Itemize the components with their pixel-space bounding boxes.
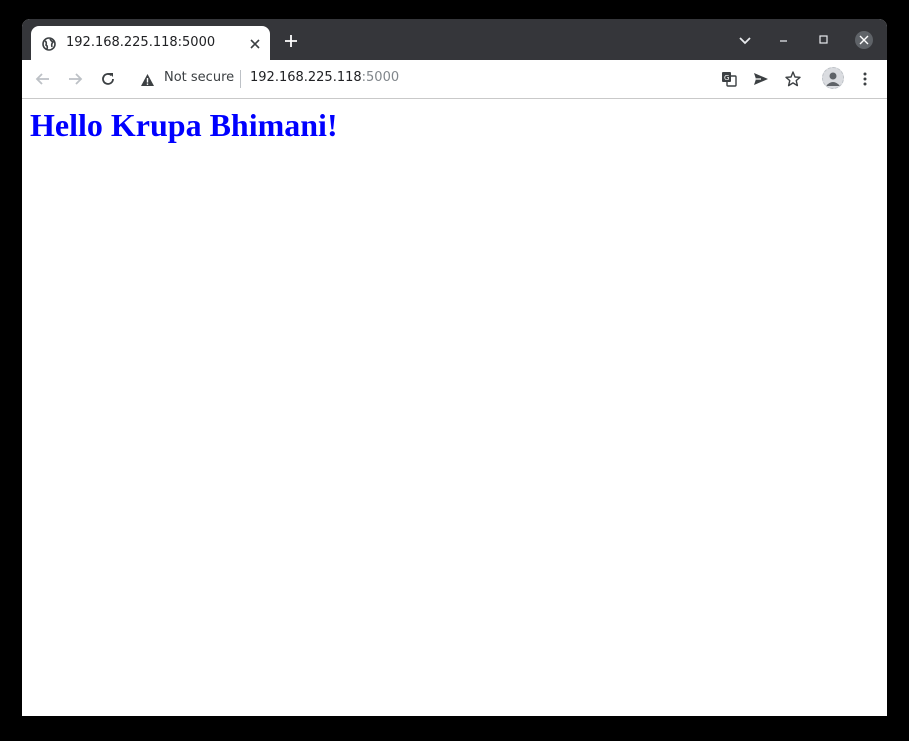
browser-tab[interactable]: 192.168.225.118:5000 bbox=[31, 26, 270, 60]
star-icon[interactable] bbox=[784, 70, 802, 88]
url-host: 192.168.225.118 bbox=[250, 70, 362, 85]
back-icon[interactable] bbox=[34, 70, 52, 88]
tab-search-icon[interactable] bbox=[736, 31, 754, 49]
browser-window: 192.168.225.118:5000 Not secure 192.168.… bbox=[22, 19, 887, 716]
url-port: :5000 bbox=[361, 70, 400, 85]
tab-close-icon[interactable] bbox=[248, 36, 262, 50]
send-icon[interactable] bbox=[752, 70, 770, 88]
tab-strip: 192.168.225.118:5000 bbox=[22, 19, 887, 60]
forward-icon[interactable] bbox=[66, 70, 84, 88]
translate-icon[interactable]: G bbox=[720, 70, 738, 88]
page-heading: Hello Krupa Bhimani! bbox=[30, 107, 338, 143]
close-icon[interactable] bbox=[854, 30, 873, 49]
profile-icon[interactable] bbox=[822, 67, 844, 89]
address-divider bbox=[240, 70, 241, 88]
address-bar[interactable]: 192.168.225.118:5000 bbox=[250, 70, 399, 85]
menu-icon[interactable] bbox=[856, 70, 874, 88]
new-tab-icon[interactable] bbox=[283, 33, 299, 49]
maximize-icon[interactable] bbox=[815, 31, 833, 49]
warning-icon[interactable] bbox=[140, 72, 155, 86]
browser-toolbar: Not secure 192.168.225.118:5000 G bbox=[22, 60, 887, 99]
security-label[interactable]: Not secure bbox=[164, 70, 234, 85]
svg-text:G: G bbox=[724, 74, 729, 82]
page-content: Hello Krupa Bhimani! bbox=[22, 99, 887, 716]
tab-title: 192.168.225.118:5000 bbox=[66, 35, 216, 50]
globe-icon bbox=[42, 36, 56, 51]
minimize-icon[interactable] bbox=[775, 31, 793, 49]
reload-icon[interactable] bbox=[99, 70, 117, 88]
